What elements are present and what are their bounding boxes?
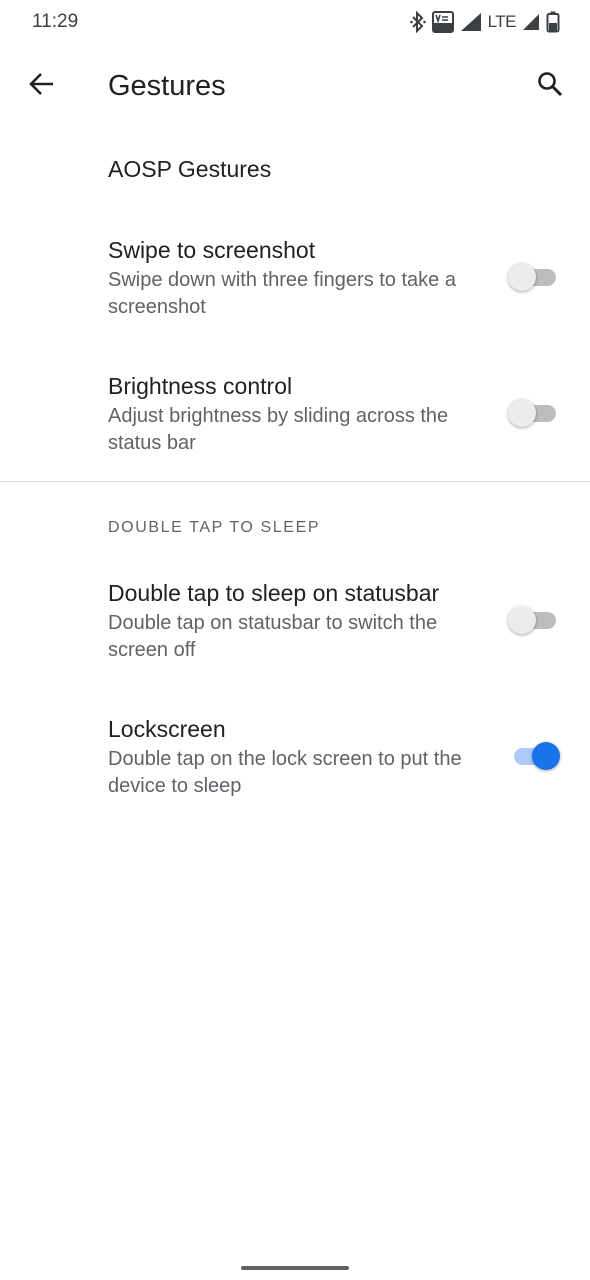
category-header: DOUBLE TAP TO SLEEP xyxy=(108,519,321,536)
switch-thumb xyxy=(508,606,536,634)
bluetooth-icon xyxy=(409,11,426,33)
pref-title: Swipe to screenshot xyxy=(108,237,316,263)
app-bar: Gestures xyxy=(0,44,590,132)
network-type-label: LTE xyxy=(487,12,517,31)
switch-thumb xyxy=(532,742,560,770)
search-icon xyxy=(537,71,563,102)
switch-thumb xyxy=(508,263,536,291)
pref-brightness-control[interactable]: Brightness control Adjust brightness by … xyxy=(0,373,590,463)
pref-lockscreen[interactable]: Lockscreen Double tap on the lock screen… xyxy=(0,716,590,806)
status-icons: LTE xyxy=(409,10,560,34)
signal-icon xyxy=(460,12,482,32)
pref-double-tap-statusbar[interactable]: Double tap to sleep on statusbar Double … xyxy=(0,580,590,670)
lockscreen-switch[interactable] xyxy=(508,739,560,773)
signal-icon xyxy=(522,13,540,31)
pref-title: Lockscreen xyxy=(108,716,226,742)
section-divider xyxy=(0,481,590,482)
pref-title: Double tap to sleep on statusbar xyxy=(108,580,440,606)
back-button[interactable] xyxy=(22,66,62,106)
swipe-to-screenshot-switch[interactable] xyxy=(508,260,560,294)
search-button[interactable] xyxy=(530,66,570,106)
pref-summary: Double tap on statusbar to switch the sc… xyxy=(108,612,438,661)
pref-summary: Double tap on the lock screen to put the… xyxy=(108,748,462,797)
switch-thumb xyxy=(508,399,536,427)
battery-icon xyxy=(546,11,560,33)
status-time: 11:29 xyxy=(32,11,79,32)
page-title: Gestures xyxy=(108,70,226,102)
section-header: AOSP Gestures xyxy=(108,156,272,182)
arrow-back-icon xyxy=(29,72,55,101)
pref-summary: Swipe down with three fingers to take a … xyxy=(108,269,456,318)
pref-title: Brightness control xyxy=(108,373,293,399)
brightness-control-switch[interactable] xyxy=(508,396,560,430)
volte-icon xyxy=(431,11,454,33)
double-tap-statusbar-switch[interactable] xyxy=(508,603,560,637)
pref-swipe-to-screenshot[interactable]: Swipe to screenshot Swipe down with thre… xyxy=(0,237,590,327)
settings-screen: 11:29 LTE Gestures AOSP Gestures Swipe t… xyxy=(0,0,590,1280)
gesture-nav-handle[interactable] xyxy=(241,1266,349,1270)
status-bar: 11:29 LTE xyxy=(0,0,590,44)
pref-summary: Adjust brightness by sliding across the … xyxy=(108,405,449,454)
